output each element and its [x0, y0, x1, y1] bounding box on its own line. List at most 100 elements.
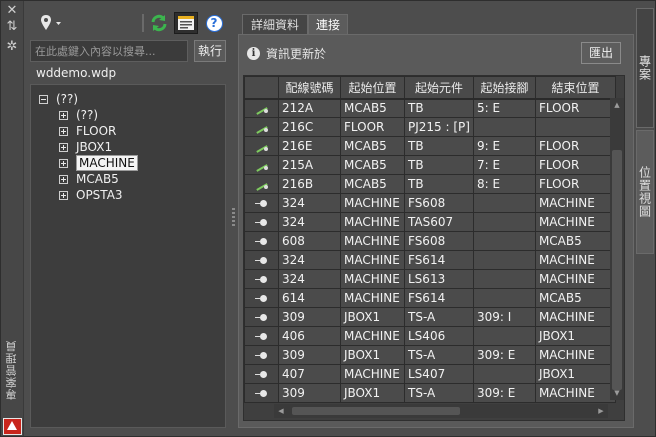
table-cell: 309: E — [472, 383, 536, 403]
table-cell — [472, 288, 536, 308]
table-cell: 614 — [278, 288, 341, 308]
table-row[interactable]: 324 MACHINE LS613 MACHINE — [244, 269, 616, 289]
tree-node[interactable]: OPSTA3 — [59, 187, 123, 203]
expand-icon[interactable] — [59, 142, 68, 152]
expand-icon[interactable] — [59, 126, 68, 136]
tree-node-selected[interactable]: MACHINE — [59, 155, 138, 171]
table-cell: MCAB5 — [340, 136, 405, 156]
connection-point-icon — [254, 369, 270, 381]
table-row[interactable]: 324 MACHINE FS608 MACHINE — [244, 193, 616, 213]
close-icon[interactable]: ✕ — [4, 4, 20, 18]
table-cell: 9: E — [472, 136, 536, 156]
column-header[interactable]: 配線號碼 — [278, 76, 341, 100]
table-cell: 309 — [278, 345, 341, 365]
table-row[interactable]: 216C FLOOR PJ215 : [P] — [244, 117, 616, 137]
expand-icon[interactable] — [59, 174, 68, 184]
table-cell: 324 — [278, 212, 341, 232]
scroll-left-icon[interactable]: ◀ — [277, 407, 285, 415]
table-row[interactable]: 216E MCAB5 TB 9: E FLOOR — [244, 136, 616, 156]
report-icon[interactable] — [174, 12, 198, 34]
table-row[interactable]: 614 MACHINE FS614 MCAB5 — [244, 288, 616, 308]
table-row[interactable]: 216B MCAB5 TB 8: E FLOOR — [244, 174, 616, 194]
column-header[interactable]: 結束位置 — [534, 76, 616, 100]
table-row[interactable]: 212A MCAB5 TB 5: E FLOOR — [244, 98, 616, 118]
table-row[interactable]: 215A MCAB5 TB 7: E FLOOR — [244, 155, 616, 175]
row-icon-cell — [244, 117, 279, 137]
execute-search-button[interactable]: 執行 — [194, 40, 226, 62]
table-cell: MCAB5 — [340, 174, 405, 194]
vertical-scrollbar[interactable]: ▲ ▼ — [610, 98, 624, 400]
collapse-icon[interactable] — [39, 94, 48, 104]
table-row[interactable]: 324 MACHINE FS614 MACHINE — [244, 250, 616, 270]
scroll-up-icon[interactable]: ▲ — [613, 101, 621, 109]
connections-panel: i 資訊更新於 匯出 配線號碼 起始位置 起始元件 起始接腳 結束位置 212A… — [238, 34, 634, 428]
autohide-icon[interactable]: ⇅ — [4, 20, 20, 34]
export-button[interactable]: 匯出 — [581, 42, 621, 64]
side-tab-project[interactable]: 專案 — [636, 8, 654, 128]
table-cell: TS-A — [404, 307, 474, 327]
table-cell: 216C — [278, 117, 341, 137]
table-row[interactable]: 608 MACHINE FS608 MCAB5 — [244, 231, 616, 251]
table-cell: TB — [404, 155, 474, 175]
table-row[interactable]: 324 MACHINE TAS607 MACHINE — [244, 212, 616, 232]
scroll-right-icon[interactable]: ▶ — [597, 407, 605, 415]
column-header[interactable] — [244, 76, 279, 100]
tree-node[interactable]: FLOOR — [59, 123, 116, 139]
table-row[interactable]: 309 JBOX1 TS-A 309: I MACHINE — [244, 307, 616, 327]
table-row[interactable]: 406 MACHINE LS406 JBOX1 — [244, 326, 616, 346]
horizontal-scrollbar[interactable]: ◀ ▶ — [274, 404, 608, 418]
row-icon-cell — [244, 136, 279, 156]
expand-icon[interactable] — [59, 110, 68, 120]
table-cell: 309: I — [472, 307, 536, 327]
tree-node[interactable]: (??) — [59, 107, 98, 123]
tree-node[interactable]: MCAB5 — [59, 171, 119, 187]
connection-point-icon — [254, 198, 270, 210]
table-cell: 7: E — [472, 155, 536, 175]
tree-node-root[interactable]: (??) — [39, 91, 78, 107]
row-icon-cell — [244, 345, 279, 365]
tab-details[interactable]: 詳細資料 — [242, 14, 308, 34]
table-cell — [472, 269, 536, 289]
row-icon-cell — [244, 288, 279, 308]
table-row[interactable]: 309 JBOX1 TS-A 309: E MACHINE — [244, 345, 616, 365]
table-cell: FLOOR — [534, 136, 616, 156]
side-tab-location-view[interactable]: 位置視圖 — [636, 130, 654, 254]
table-cell: TB — [404, 136, 474, 156]
tab-connections[interactable]: 連接 — [308, 14, 348, 34]
table-cell: MACHINE — [340, 250, 405, 270]
table-cell: 324 — [278, 250, 341, 270]
help-icon[interactable]: ? — [204, 12, 224, 34]
wire-icon — [254, 103, 270, 115]
scrollbar-thumb[interactable] — [612, 150, 622, 390]
connection-point-icon — [254, 217, 270, 229]
refresh-icon[interactable] — [148, 12, 170, 34]
scrollbar-thumb[interactable] — [292, 407, 460, 415]
table-cell — [472, 231, 536, 251]
column-header[interactable]: 起始接腳 — [472, 76, 536, 100]
column-header[interactable]: 起始位置 — [340, 76, 405, 100]
project-name: wddemo.wdp — [36, 66, 117, 80]
location-pin-icon[interactable] — [38, 12, 64, 34]
table-header-row: 配線號碼 起始位置 起始元件 起始接腳 結束位置 — [244, 76, 616, 100]
table-cell: 5: E — [472, 98, 536, 118]
expand-icon[interactable] — [59, 158, 68, 168]
expand-icon[interactable] — [59, 190, 68, 200]
table-row[interactable]: 309 JBOX1 TS-A 309: E MACHINE — [244, 383, 616, 403]
splitter-grip-icon — [232, 208, 235, 228]
pane-splitter[interactable] — [230, 8, 238, 428]
connection-point-icon — [254, 293, 270, 305]
table-cell: FLOOR — [534, 155, 616, 175]
settings-icon[interactable]: ✲ — [4, 40, 20, 54]
table-row[interactable]: 407 MACHINE LS407 JBOX1 — [244, 364, 616, 384]
table-cell: MACHINE — [534, 307, 616, 327]
connection-point-icon — [254, 255, 270, 267]
tree-node[interactable]: JBOX1 — [59, 139, 112, 155]
row-icon-cell — [244, 174, 279, 194]
column-header[interactable]: 起始元件 — [404, 76, 474, 100]
project-tree: (??) (??) FLOOR JBOX1 MACHINE MCAB5 OPST… — [30, 84, 226, 428]
search-input[interactable] — [30, 40, 188, 62]
scroll-down-icon[interactable]: ▼ — [613, 389, 621, 397]
connection-point-icon — [254, 274, 270, 286]
table-cell — [472, 193, 536, 213]
table-cell: MCAB5 — [534, 231, 616, 251]
